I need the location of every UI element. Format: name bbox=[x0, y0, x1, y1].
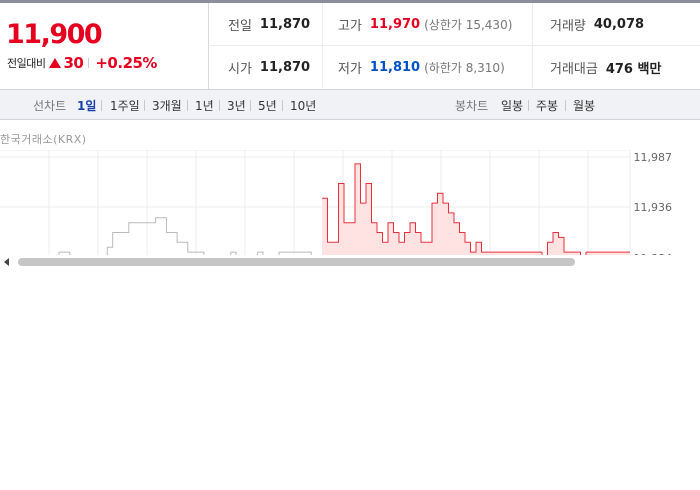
tab-separator bbox=[101, 100, 102, 111]
change-row: 전일대비 30 +0.25% bbox=[7, 54, 157, 72]
stat-lower-limit: (하한가 8,310) bbox=[424, 60, 505, 75]
change-amount: 30 bbox=[63, 54, 84, 72]
stat-upper-limit: (상한가 15,430) bbox=[424, 17, 513, 32]
y-tick-label: 11,987 bbox=[634, 151, 673, 164]
scroll-left-icon[interactable] bbox=[4, 258, 9, 266]
tab-weekly-candle[interactable]: 주봉 bbox=[536, 97, 558, 114]
scrollbar-thumb[interactable] bbox=[18, 258, 575, 266]
tab-1w[interactable]: 1주일 bbox=[110, 97, 140, 114]
tab-separator bbox=[144, 100, 145, 111]
tab-3y[interactable]: 3년 bbox=[227, 97, 246, 114]
tab-1y[interactable]: 1년 bbox=[195, 97, 214, 114]
stat-low-label: 저가 bbox=[338, 61, 362, 77]
tab-monthly-candle[interactable]: 월봉 bbox=[573, 97, 595, 114]
stat-open-label: 시가 bbox=[228, 61, 252, 77]
stat-trade-value-value: 476 백만 bbox=[605, 61, 662, 77]
change-rate: +0.25% bbox=[95, 54, 157, 72]
stats-panel: 전일 11,870 고가 11,970 (상한가 15,430) 거래량 40,… bbox=[210, 3, 700, 89]
stats-row-1: 전일 11,870 고가 11,970 (상한가 15,430) 거래량 40,… bbox=[210, 3, 700, 46]
stat-trade-value: 거래대금 476 백만 bbox=[532, 46, 700, 88]
stat-low: 저가 11,810 (하한가 8,310) bbox=[322, 46, 532, 88]
stat-volume-label: 거래량 bbox=[550, 18, 586, 34]
price-panel: 11,900 전일대비 30 +0.25% bbox=[0, 3, 209, 89]
tab-separator bbox=[187, 100, 188, 111]
chart-source: 한국거래소(KRX) bbox=[0, 133, 87, 146]
stat-volume-value: 40,078 bbox=[593, 16, 645, 32]
price-chart[interactable]: 11,98711,93611,884 bbox=[0, 150, 700, 255]
chart-grid bbox=[0, 150, 631, 255]
price-chart-svg: 11,98711,93611,884 bbox=[0, 150, 673, 255]
tab-10y[interactable]: 10년 bbox=[290, 97, 316, 114]
change-separator bbox=[88, 58, 90, 68]
change-label: 전일대비 bbox=[7, 57, 46, 70]
stat-prev-close: 전일 11,870 bbox=[210, 3, 322, 45]
stat-prev-close-value: 11,870 bbox=[259, 16, 311, 32]
stats-row-2: 시가 11,870 저가 11,810 (하한가 8,310) 거래대금 476… bbox=[210, 46, 700, 89]
series-area-red bbox=[322, 163, 630, 255]
tab-separator bbox=[565, 100, 566, 111]
tab-5y[interactable]: 5년 bbox=[258, 97, 277, 114]
stat-open: 시가 11,870 bbox=[210, 46, 322, 88]
stat-low-value: 11,810 bbox=[369, 59, 421, 75]
series-line-grey bbox=[58, 217, 312, 255]
y-tick-label: 11,936 bbox=[634, 201, 673, 214]
tab-daily-candle[interactable]: 일봉 bbox=[501, 97, 523, 114]
tab-3m[interactable]: 3개월 bbox=[152, 97, 182, 114]
current-price: 11,900 bbox=[6, 19, 103, 50]
candle-chart-label: 봉차트 bbox=[455, 99, 489, 113]
tab-separator bbox=[282, 100, 283, 111]
stat-prev-close-label: 전일 bbox=[228, 18, 252, 34]
chart-series bbox=[58, 163, 630, 255]
stat-trade-value-label: 거래대금 bbox=[550, 61, 598, 77]
stat-open-value: 11,870 bbox=[259, 59, 311, 75]
tab-separator bbox=[250, 100, 251, 111]
line-chart-label: 선차트 bbox=[33, 99, 67, 113]
stat-volume: 거래량 40,078 bbox=[532, 3, 700, 45]
stat-high-value: 11,970 bbox=[369, 16, 421, 32]
stat-high-label: 고가 bbox=[338, 18, 362, 34]
tab-separator bbox=[528, 100, 529, 111]
tab-separator bbox=[219, 100, 220, 111]
chart-tab-bar: 선차트 1일 1주일 3개월 1년 3년 5년 10년 봉차트 일봉 주봉 월봉 bbox=[0, 89, 700, 120]
stat-high: 고가 11,970 (상한가 15,430) bbox=[322, 3, 532, 45]
chart-y-axis: 11,98711,93611,884 bbox=[634, 151, 673, 255]
tab-1d[interactable]: 1일 bbox=[77, 97, 96, 114]
up-triangle-icon bbox=[49, 58, 62, 68]
chart-scrollbar[interactable] bbox=[0, 255, 700, 268]
